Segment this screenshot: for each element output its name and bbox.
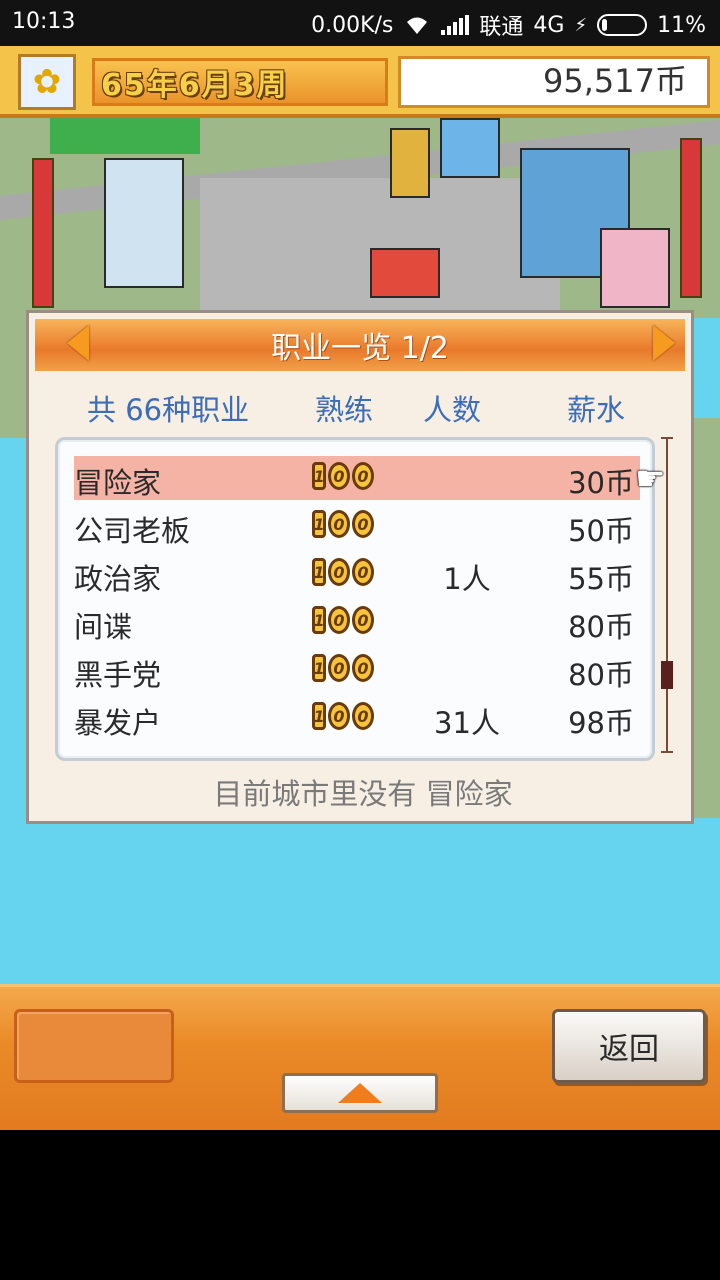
salary: 30币 (568, 466, 634, 500)
dialog-title: 职业一览 1/2 (271, 331, 449, 366)
salary: 98币 (568, 706, 634, 740)
job-name: 冒险家 (74, 466, 162, 500)
glass-building (440, 118, 500, 178)
salary: 80币 (568, 610, 634, 644)
skill-coins-icon: 100 (312, 654, 374, 682)
wifi-icon (407, 17, 428, 34)
job-row[interactable]: 黑手党 100 80币 (74, 648, 640, 692)
up-arrow-icon (338, 1083, 382, 1103)
people-count: 31人 (434, 706, 500, 740)
job-row[interactable]: 政治家 100 1人 55币 (74, 552, 640, 596)
game-date: 65年6月3周 (92, 58, 388, 106)
header-people: 人数 (423, 393, 482, 427)
bottom-panel: 返回 (0, 984, 720, 1130)
skill-coins-icon: 100 (312, 462, 374, 490)
scrollbar-thumb[interactable] (661, 661, 673, 689)
job-name: 政治家 (74, 562, 162, 596)
office-tower (104, 158, 184, 288)
column-headers: 共 66种职业 熟练 人数 薪水 (29, 387, 697, 427)
prev-page-arrow-icon[interactable] (67, 325, 89, 361)
battery-icon (597, 14, 648, 36)
scroll-up-button[interactable] (282, 1073, 438, 1113)
back-button[interactable]: 返回 (552, 1009, 706, 1083)
job-row[interactable]: 间谍 100 80币 (74, 600, 640, 644)
people-count: 1人 (443, 562, 491, 596)
job-name: 间谍 (74, 610, 133, 644)
job-row[interactable]: 暴发户 100 31人 98币 (74, 696, 640, 740)
network-speed: 0.00K/s (311, 12, 394, 38)
job-row-selected[interactable]: 冒险家 100 30币 (74, 456, 640, 500)
red-shop (370, 248, 440, 298)
charging-icon: ⚡ (574, 14, 588, 36)
tv-tower-right (680, 138, 702, 298)
skill-coins-icon: 100 (312, 510, 374, 538)
sunflower-icon[interactable]: ✿ (18, 54, 76, 110)
money-display: 95,517币 (398, 56, 710, 108)
battery-percent: 11% (657, 12, 706, 38)
dialog-header: 职业一览 1/2 (35, 319, 685, 371)
tv-tower-left (32, 158, 54, 308)
status-bar: 10:13 0.00K/s 联通 4G ⚡ 11% (0, 0, 720, 46)
job-name: 公司老板 (74, 514, 191, 548)
soccer-field (50, 118, 200, 154)
salary: 50币 (568, 514, 634, 548)
signal-icon (441, 15, 470, 35)
empty-slot (14, 1009, 174, 1083)
carrier-label: 联通 (479, 15, 524, 40)
game-top-bar: ✿ 65年6月3周 95,517币 (0, 46, 720, 118)
status-message: 目前城市里没有 冒险家 (213, 777, 513, 811)
skill-coins-icon: 100 (312, 558, 374, 586)
salary: 80币 (568, 658, 634, 692)
job-list-dialog: 职业一览 1/2 共 66种职业 熟练 人数 薪水 冒险家 100 30币 公司… (26, 310, 694, 824)
job-name: 暴发户 (74, 706, 162, 740)
next-page-arrow-icon[interactable] (653, 325, 675, 361)
header-skill: 熟练 (315, 393, 374, 427)
network-type: 4G (533, 12, 565, 38)
header-salary: 薪水 (567, 393, 626, 427)
skill-coins-icon: 100 (312, 702, 374, 730)
job-name: 黑手党 (74, 658, 162, 692)
header-total: 共 66种职业 (87, 393, 250, 427)
pink-castle (600, 228, 670, 308)
golden-statue (390, 128, 430, 198)
clock: 10:13 (12, 9, 76, 34)
list-scrollbar[interactable] (661, 437, 673, 753)
skill-coins-icon: 100 (312, 606, 374, 634)
job-list[interactable]: 冒险家 100 30币 公司老板 100 50币 政治家 100 1人 55币 … (55, 437, 655, 761)
status-icons: 0.00K/s 联通 4G ⚡ 11% (311, 9, 706, 41)
salary: 55币 (568, 562, 634, 596)
job-row[interactable]: 公司老板 100 50币 (74, 504, 640, 548)
